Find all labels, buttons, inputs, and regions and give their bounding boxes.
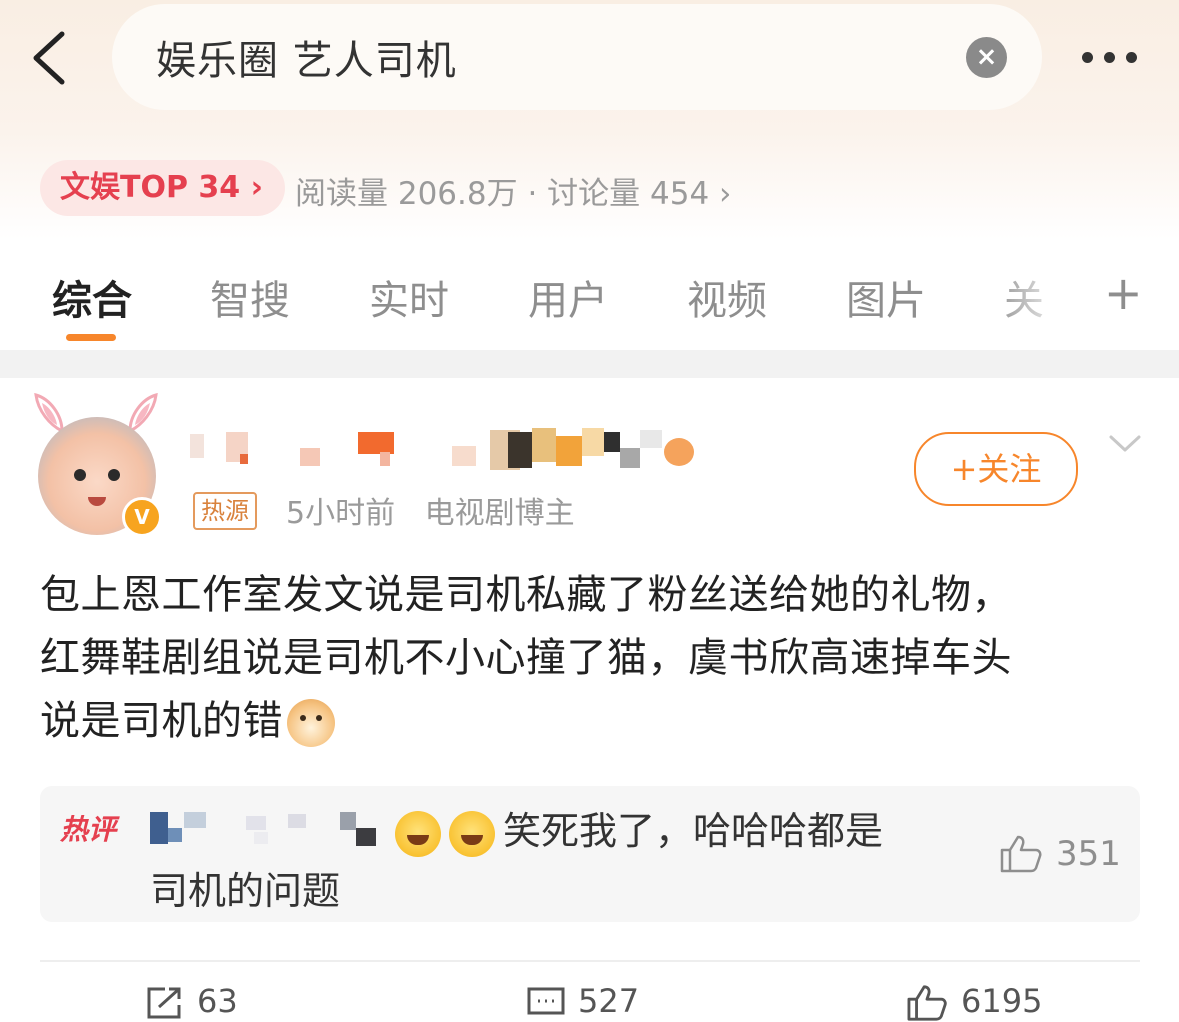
tab-smart-search[interactable]: 智搜 — [210, 268, 290, 326]
hot-source-badge: 热源 — [193, 492, 257, 530]
post-content[interactable]: 包上恩工作室发文说是司机私藏了粉丝送给她的礼物， 红舞鞋剧组说是司机不小心撞了猫… — [40, 564, 1150, 753]
commenter-name-redacted[interactable] — [150, 808, 390, 848]
add-tab-icon[interactable]: + — [1104, 270, 1143, 316]
footer-divider — [40, 960, 1140, 962]
laughing-emoji-icon — [395, 810, 441, 857]
verified-badge-icon: V — [122, 497, 162, 537]
more-options-icon[interactable] — [1080, 40, 1140, 70]
tab-comprehensive[interactable]: 综合 — [52, 268, 132, 326]
avatar[interactable]: V — [30, 393, 170, 543]
tab-users[interactable]: 用户 — [528, 268, 608, 326]
repost-button[interactable]: 63 — [145, 982, 238, 1022]
like-count: 6195 — [961, 982, 1043, 1020]
comment-text: 笑死我了，哈哈哈都是 — [503, 809, 884, 853]
tab-bar: 综合 智搜 实时 用户 视频 图片 关 — [0, 250, 1179, 350]
laughing-emoji-icon — [449, 810, 495, 857]
back-chevron-icon[interactable] — [30, 30, 70, 86]
search-input[interactable]: 娱乐圈 艺人司机 — [156, 28, 457, 86]
post-time: 5小时前 — [286, 496, 396, 531]
comment-button[interactable]: 527 — [526, 982, 639, 1022]
comment-text-continued: 司机的问题 — [150, 869, 341, 913]
bunny-ear-icon — [34, 393, 64, 433]
username-redacted[interactable] — [190, 428, 710, 472]
hot-comment-label: 热评 — [60, 813, 117, 846]
follow-button[interactable]: +关注 — [914, 432, 1078, 506]
hot-comment[interactable]: 热评 笑死我了，哈哈哈都是 司机的问题 351 — [40, 786, 1140, 922]
tab-realtime[interactable]: 实时 — [369, 268, 449, 326]
topic-stats[interactable]: 阅读量 206.8万 · 讨论量 454 › — [295, 168, 731, 213]
repost-count: 63 — [197, 982, 238, 1020]
thumbs-up-icon — [907, 985, 947, 1021]
post-line: 说是司机的错 — [40, 698, 283, 744]
repost-icon — [147, 987, 181, 1019]
chevron-down-icon[interactable] — [1108, 432, 1142, 456]
section-divider — [0, 350, 1179, 378]
like-button[interactable]: 6195 — [905, 982, 1042, 1022]
tab-video[interactable]: 视频 — [687, 268, 767, 326]
comment-like-button[interactable]: 351 — [998, 834, 1138, 878]
thumbs-up-icon — [1000, 835, 1042, 873]
clear-icon[interactable]: × — [966, 37, 1007, 78]
post-line: 包上恩工作室发文说是司机私藏了粉丝送给她的礼物， — [40, 572, 1012, 618]
post-line: 红舞鞋剧组说是司机不小心撞了猫，虞书欣高速掉车头 — [40, 635, 1012, 681]
tab-images[interactable]: 图片 — [846, 268, 926, 326]
comment-count: 527 — [578, 982, 640, 1020]
tab-fade — [990, 250, 1080, 350]
author-category: 电视剧博主 — [424, 496, 575, 531]
active-tab-indicator — [66, 334, 116, 341]
comment-like-count: 351 — [1056, 834, 1121, 874]
post-meta: 5小时前 电视剧博主 — [286, 488, 595, 532]
doge-emoji-icon — [287, 699, 335, 747]
comment-icon — [527, 987, 565, 1015]
search-bar[interactable]: 娱乐圈 艺人司机 × — [112, 4, 1042, 110]
topic-rank-badge[interactable]: 文娱TOP 34 › — [40, 160, 285, 216]
